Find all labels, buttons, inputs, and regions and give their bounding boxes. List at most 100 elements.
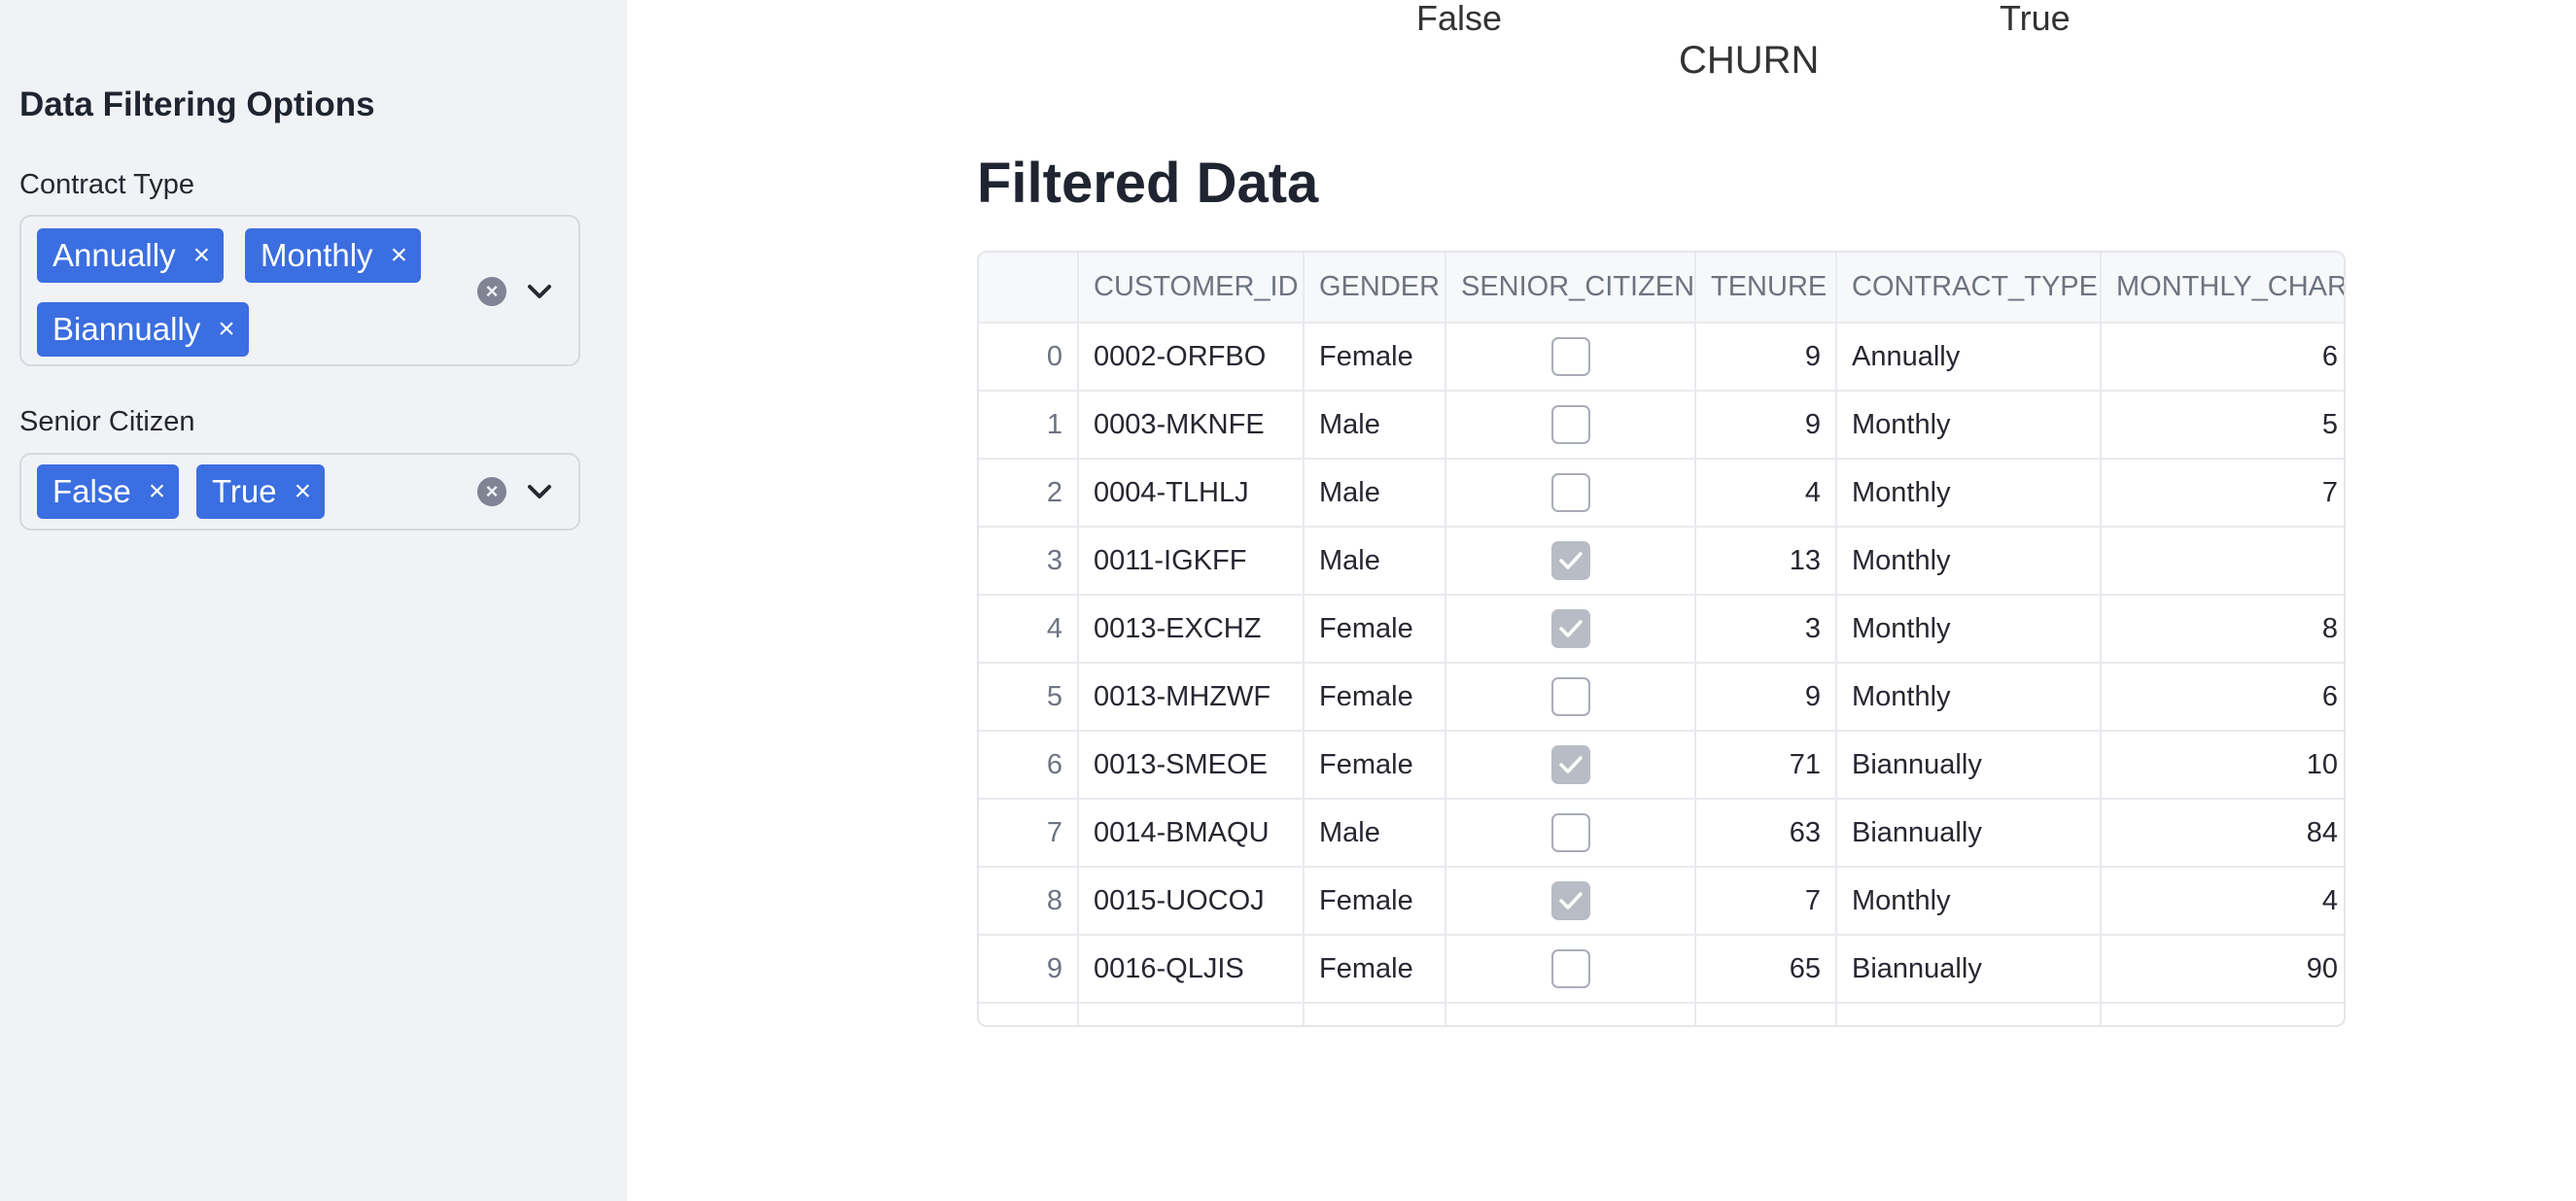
table-cell-tenure[interactable]: 3	[1696, 596, 1837, 664]
table-cell-row-index[interactable]: 3	[979, 528, 1079, 596]
table-cell-monthly-charges[interactable]: 10	[2102, 732, 2344, 800]
table-cell-monthly-charges[interactable]: 6	[2102, 664, 2344, 732]
table-cell-tenure[interactable]: 9	[1696, 392, 1837, 460]
clear-all-icon[interactable]: ×	[477, 277, 506, 306]
table-cell-contract-type[interactable]: Monthly	[1837, 460, 2102, 528]
table-cell-tenure[interactable]: 13	[1696, 528, 1837, 596]
table-cell-contract-type[interactable]: Monthly	[1837, 392, 2102, 460]
table-cell-tenure[interactable]: 9	[1696, 324, 1837, 392]
table-cell-gender[interactable]: Female	[1305, 664, 1446, 732]
tag-false: False ×	[37, 464, 180, 519]
table-cell-gender[interactable]: Female	[1305, 936, 1446, 1004]
table-cell-senior-citizen[interactable]	[1446, 460, 1696, 528]
table-cell-gender[interactable]: Female	[1305, 732, 1446, 800]
table-cell-gender[interactable]: Male	[1305, 800, 1446, 868]
table-cell-row-index[interactable]: 6	[979, 732, 1079, 800]
table-cell-monthly-charges[interactable]: 90	[2102, 936, 2344, 1004]
table-cell-contract-type[interactable]: Monthly	[1837, 528, 2102, 596]
senior-citizen-label: Senior Citizen	[19, 406, 195, 437]
table-cell-customer-id[interactable]: 0011-IGKFF	[1079, 528, 1305, 596]
table-cell-tenure[interactable]: 65	[1696, 936, 1837, 1004]
table-cell-row-index[interactable]: 0	[979, 324, 1079, 392]
table-cell-tenure[interactable]: 71	[1696, 732, 1837, 800]
table-cell-gender[interactable]: Male	[1305, 392, 1446, 460]
table-cell-monthly-charges[interactable]: 7	[2102, 460, 2344, 528]
table-cell-row-index[interactable]: 7	[979, 800, 1079, 868]
table-cell-tenure[interactable]: 9	[1696, 664, 1837, 732]
table-cell-row-index[interactable]: 2	[979, 460, 1079, 528]
column-header-row-index[interactable]	[979, 253, 1079, 324]
table-cell-senior-citizen[interactable]	[1446, 732, 1696, 800]
table-cell-tenure[interactable]: 7	[1696, 868, 1837, 936]
table-cell-row-index[interactable]: 1	[979, 392, 1079, 460]
column-header-customer-id[interactable]: CUSTOMER_ID	[1079, 253, 1305, 324]
contract-type-multiselect[interactable]: Annually × Monthly × Biannually × ×	[19, 215, 580, 366]
table-cell-senior-citizen[interactable]	[1446, 596, 1696, 664]
senior-citizen-multiselect[interactable]: False × True × ×	[19, 453, 580, 531]
table-cell-customer-id[interactable]: 0013-SMEOE	[1079, 732, 1305, 800]
table-cell-monthly-charges[interactable]: 84	[2102, 800, 2344, 868]
table-cell-tenure[interactable]: 63	[1696, 800, 1837, 868]
table-cell-senior-citizen[interactable]	[1446, 936, 1696, 1004]
tag-label: Annually	[52, 237, 176, 273]
column-header-monthly-charges[interactable]: MONTHLY_CHARGES	[2102, 253, 2344, 324]
contract-type-label: Contract Type	[19, 169, 195, 200]
chevron-down-icon[interactable]	[527, 483, 552, 500]
table-cell-monthly-charges[interactable]: 6	[2102, 324, 2344, 392]
chevron-down-icon[interactable]	[527, 283, 552, 300]
table-cell-customer-id[interactable]: 0014-BMAQU	[1079, 800, 1305, 868]
remove-tag-icon[interactable]: ×	[295, 477, 312, 506]
table-cell-gender[interactable]: Female	[1305, 868, 1446, 936]
table-cell-senior-citizen[interactable]	[1446, 800, 1696, 868]
table-cell-senior-citizen[interactable]	[1446, 528, 1696, 596]
table-cell-gender[interactable]: Female	[1305, 324, 1446, 392]
column-header-tenure[interactable]: TENURE	[1696, 253, 1837, 324]
table-cell-monthly-charges[interactable]: 8	[2102, 596, 2344, 664]
column-header-contract-type[interactable]: CONTRACT_TYPE	[1837, 253, 2102, 324]
table-cell-customer-id[interactable]: 0013-EXCHZ	[1079, 596, 1305, 664]
table-cell-monthly-charges[interactable]: 5	[2102, 392, 2344, 460]
remove-tag-icon[interactable]: ×	[218, 315, 235, 344]
table-cell-contract-type[interactable]: Monthly	[1837, 664, 2102, 732]
table-cell-senior-citizen[interactable]	[1446, 324, 1696, 392]
data-table[interactable]: CUSTOMER_ID GENDER SENIOR_CITIZEN TENURE CON…	[977, 251, 2346, 1027]
table-cell-row-index[interactable]: 5	[979, 664, 1079, 732]
table-cell-customer-id[interactable]: 0015-UOCOJ	[1079, 868, 1305, 936]
table-cell-tenure[interactable]: 4	[1696, 460, 1837, 528]
table-cell-senior-citizen[interactable]	[1446, 392, 1696, 460]
table-cell-contract-type[interactable]: Biannually	[1837, 936, 2102, 1004]
column-header-senior-citizen[interactable]: SENIOR_CITIZEN	[1446, 253, 1696, 324]
table-cell	[2102, 1004, 2344, 1025]
column-header-gender[interactable]: GENDER	[1305, 253, 1446, 324]
table-row-partial[interactable]	[979, 1004, 2344, 1025]
table-cell-customer-id[interactable]: 0016-QLJIS	[1079, 936, 1305, 1004]
table-cell-contract-type[interactable]: Biannually	[1837, 732, 2102, 800]
table-cell-row-index[interactable]: 9	[979, 936, 1079, 1004]
table-cell-gender[interactable]: Male	[1305, 528, 1446, 596]
checkbox-checked-icon	[1550, 881, 1590, 920]
table-cell-gender[interactable]: Male	[1305, 460, 1446, 528]
checkbox-checked-icon	[1550, 609, 1590, 648]
table-cell-monthly-charges[interactable]: 4	[2102, 868, 2344, 936]
tag-annually: Annually ×	[37, 228, 225, 283]
table-cell-senior-citizen[interactable]	[1446, 664, 1696, 732]
table-cell-customer-id[interactable]: 0002-ORFBO	[1079, 324, 1305, 392]
table-cell-customer-id[interactable]: 0013-MHZWF	[1079, 664, 1305, 732]
table-cell-customer-id[interactable]: 0004-TLHLJ	[1079, 460, 1305, 528]
checkbox-unchecked-icon	[1550, 337, 1590, 376]
remove-tag-icon[interactable]: ×	[391, 241, 408, 270]
table-cell-contract-type[interactable]: Monthly	[1837, 596, 2102, 664]
tag-monthly: Monthly ×	[245, 228, 422, 283]
remove-tag-icon[interactable]: ×	[193, 241, 211, 270]
table-cell-customer-id[interactable]: 0003-MKNFE	[1079, 392, 1305, 460]
table-cell-gender[interactable]: Female	[1305, 596, 1446, 664]
table-cell-contract-type[interactable]: Biannually	[1837, 800, 2102, 868]
table-cell-contract-type[interactable]: Monthly	[1837, 868, 2102, 936]
table-cell-contract-type[interactable]: Annually	[1837, 324, 2102, 392]
table-cell-monthly-charges[interactable]	[2102, 528, 2344, 596]
clear-all-icon[interactable]: ×	[477, 477, 506, 506]
table-cell-row-index[interactable]: 8	[979, 868, 1079, 936]
remove-tag-icon[interactable]: ×	[149, 477, 166, 506]
table-cell-row-index[interactable]: 4	[979, 596, 1079, 664]
table-cell-senior-citizen[interactable]	[1446, 868, 1696, 936]
